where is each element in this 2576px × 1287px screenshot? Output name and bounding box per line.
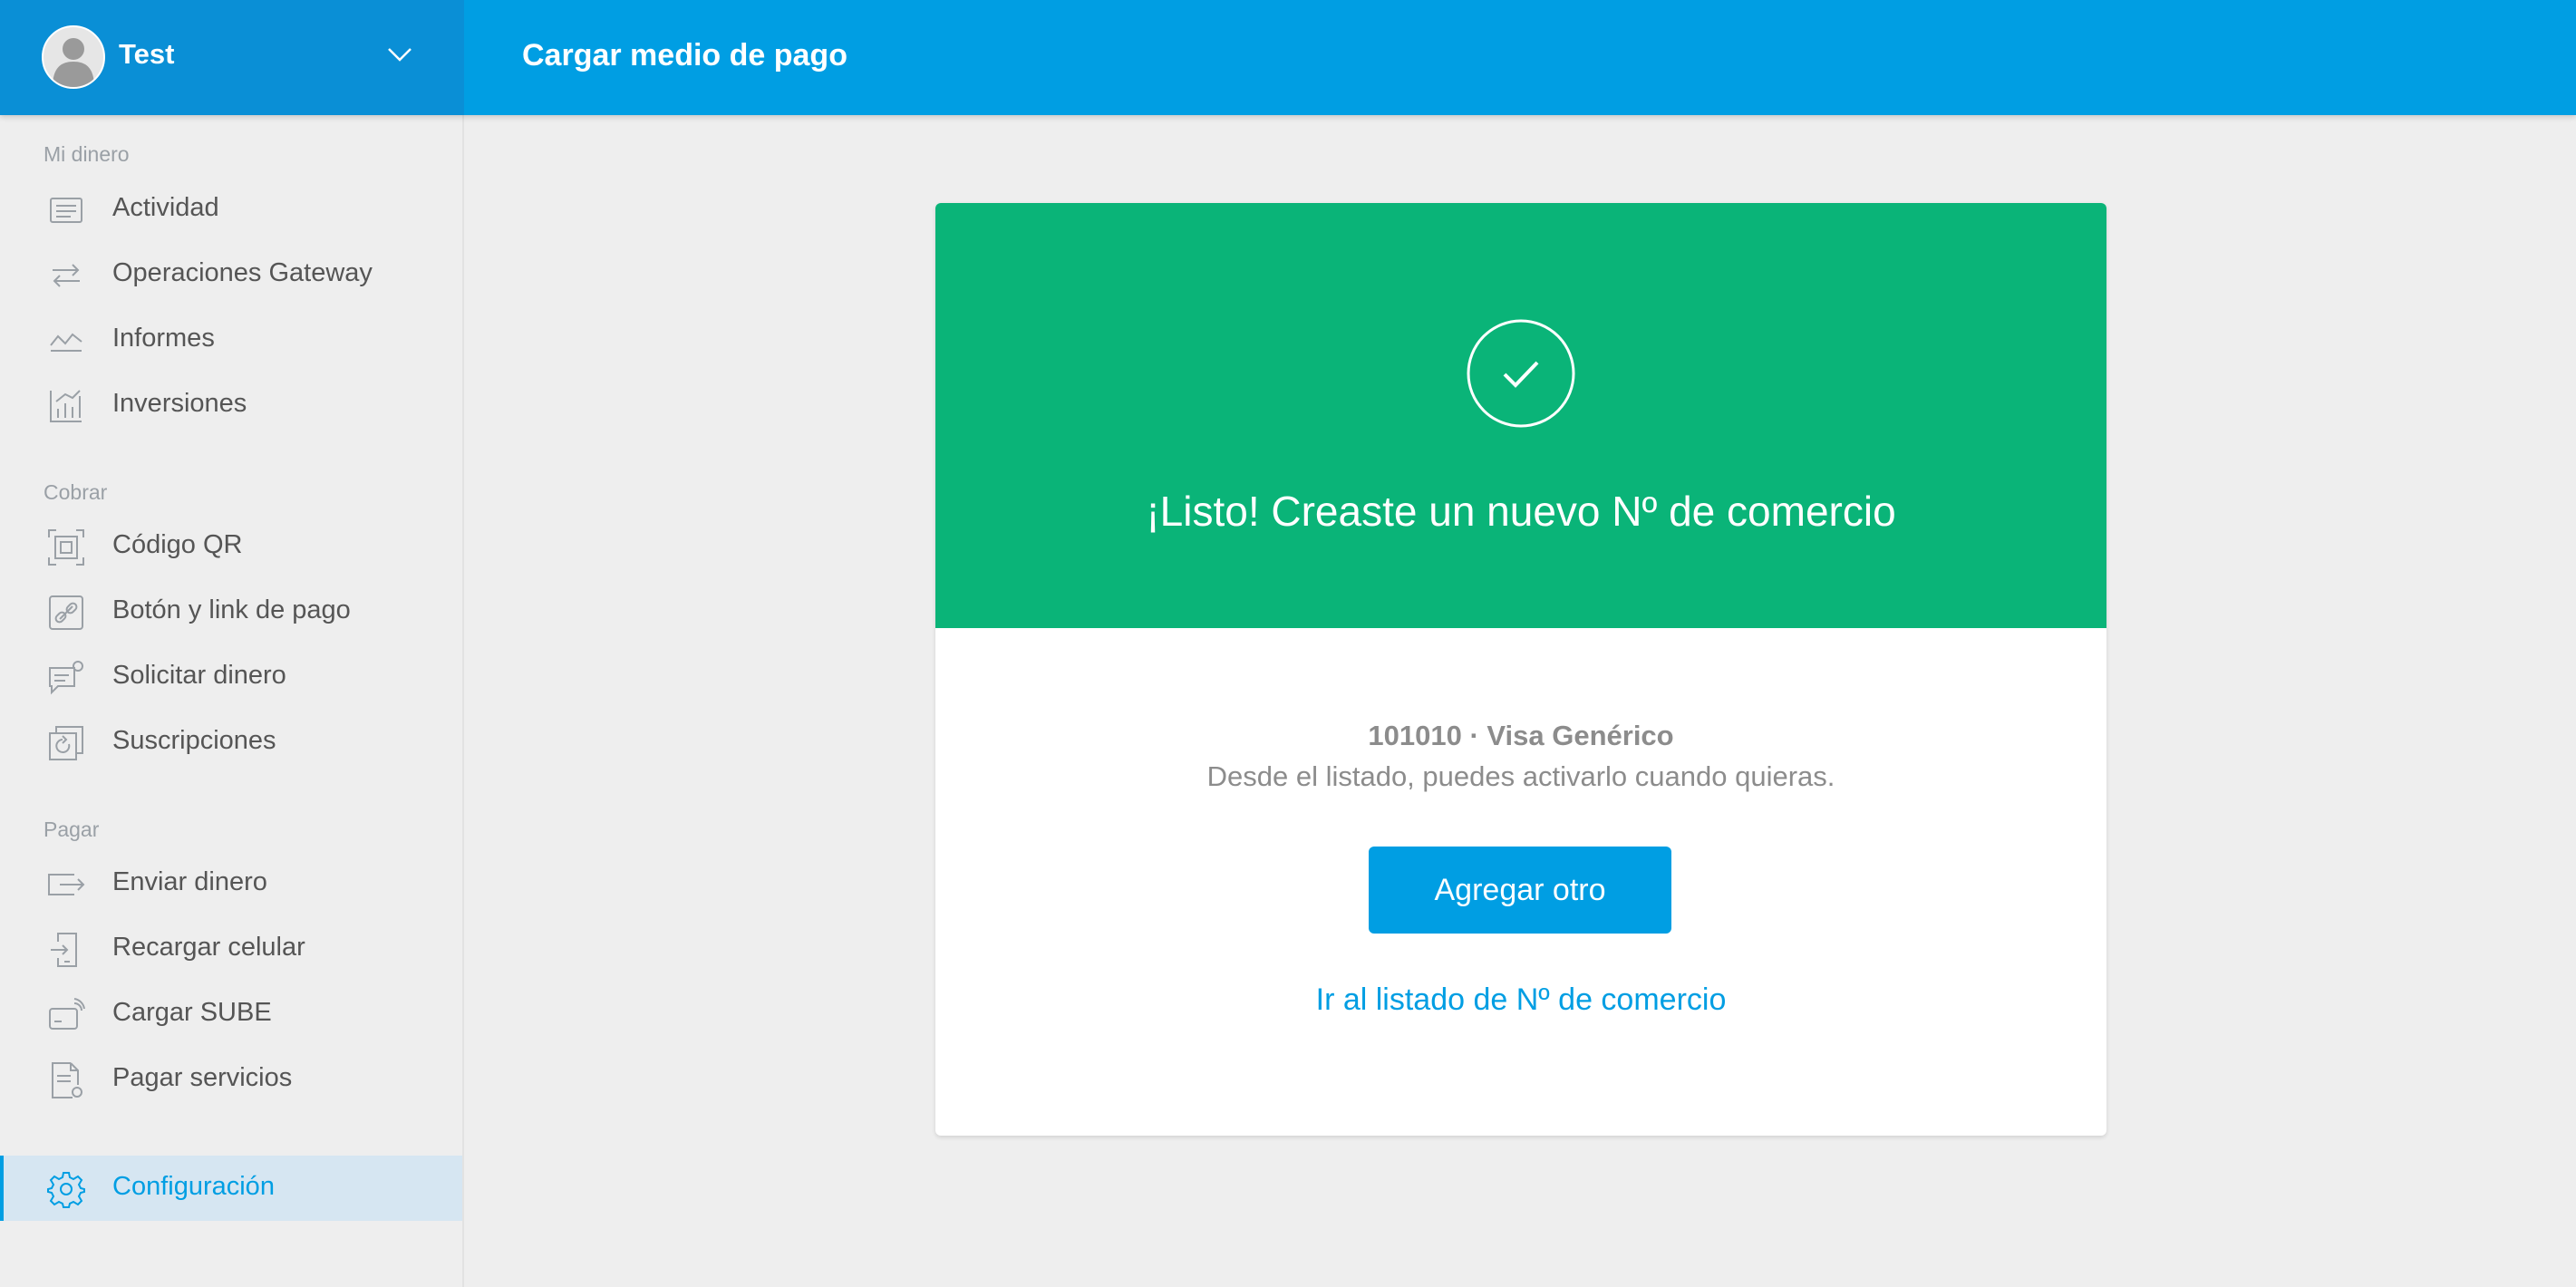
merchant-number: 101010 (1368, 720, 1462, 751)
sidebar-item-configuracion[interactable]: Configuración (0, 1156, 462, 1221)
merchant-name: Visa Genérico (1487, 720, 1674, 751)
merchant-list-link[interactable]: Ir al listado de Nº de comercio (935, 982, 2106, 1018)
check-circle-icon (1466, 318, 1576, 429)
send-money-icon (47, 866, 85, 904)
success-header: ¡Listo! Creaste un nuevo Nº de comercio (935, 203, 2106, 628)
sidebar-item-label: Suscripciones (112, 726, 276, 755)
phone-recharge-icon (47, 931, 85, 969)
sidebar-item-label: Inversiones (112, 389, 247, 418)
section-label-mi-dinero: Mi dinero (44, 142, 130, 166)
sidebar-item-codigo-qr[interactable]: Código QR (0, 514, 462, 579)
sidebar-item-label: Pagar servicios (112, 1063, 293, 1092)
sidebar-item-label: Operaciones Gateway (112, 258, 373, 287)
sidebar-item-informes[interactable]: Informes (0, 307, 462, 373)
sidebar-item-cargar-sube[interactable]: Cargar SUBE (0, 982, 462, 1047)
sidebar-item-inversiones[interactable]: Inversiones (0, 373, 462, 438)
user-menu[interactable]: Test (0, 0, 464, 115)
sidebar-item-pagar-servicios[interactable]: Pagar servicios (0, 1047, 462, 1112)
sidebar-item-label: Informes (112, 324, 215, 353)
sidebar-item-enviar-dinero[interactable]: Enviar dinero (0, 851, 462, 916)
section-label-cobrar: Cobrar (44, 480, 108, 504)
card-load-icon (47, 996, 85, 1034)
sidebar-item-label: Solicitar dinero (112, 661, 286, 690)
success-card: ¡Listo! Creaste un nuevo Nº de comercio … (935, 203, 2106, 1136)
success-title: ¡Listo! Creaste un nuevo Nº de comercio (1146, 488, 1896, 535)
bill-icon (47, 1061, 85, 1099)
request-money-icon (47, 659, 85, 697)
merchant-description: Desde el listado, puedes activarlo cuand… (1206, 760, 1835, 792)
sidebar-item-label: Recargar celular (112, 933, 305, 962)
sidebar-item-label: Configuración (112, 1172, 275, 1201)
top-bar: Test Cargar medio de pago (0, 0, 2576, 115)
sidebar-item-label: Botón y link de pago (112, 595, 351, 624)
sidebar-item-label: Cargar SUBE (112, 998, 272, 1027)
sidebar-item-label: Enviar dinero (112, 867, 267, 896)
sidebar: Mi dinero Actividad Operaciones Gateway … (0, 115, 464, 1287)
activity-list-icon (47, 191, 85, 229)
sidebar-item-suscripciones[interactable]: Suscripciones (0, 710, 462, 775)
transfer-arrows-icon (47, 256, 85, 295)
chevron-down-icon[interactable] (386, 45, 413, 68)
sidebar-item-operaciones-gateway[interactable]: Operaciones Gateway (0, 242, 462, 307)
gear-icon (47, 1170, 85, 1208)
link-icon (47, 594, 85, 632)
user-name: Test (119, 38, 175, 70)
subscription-icon (47, 724, 85, 762)
sidebar-item-recargar-celular[interactable]: Recargar celular (0, 916, 462, 982)
merchant-summary: 101010 · Visa Genérico (935, 720, 2106, 752)
sidebar-item-actividad[interactable]: Actividad (0, 177, 462, 242)
section-label-pagar: Pagar (44, 818, 100, 841)
add-another-button[interactable]: Agregar otro (1369, 847, 1671, 934)
avatar (42, 25, 105, 89)
sidebar-item-boton-link-pago[interactable]: Botón y link de pago (0, 579, 462, 644)
bar-chart-icon (47, 387, 85, 425)
sidebar-item-label: Actividad (112, 193, 219, 222)
qr-code-icon (47, 528, 85, 566)
sidebar-item-solicitar-dinero[interactable]: Solicitar dinero (0, 644, 462, 710)
trend-line-icon (47, 322, 85, 360)
page-title: Cargar medio de pago (522, 38, 847, 73)
sidebar-item-label: Código QR (112, 530, 243, 559)
merchant-separator: · (1469, 720, 1479, 751)
